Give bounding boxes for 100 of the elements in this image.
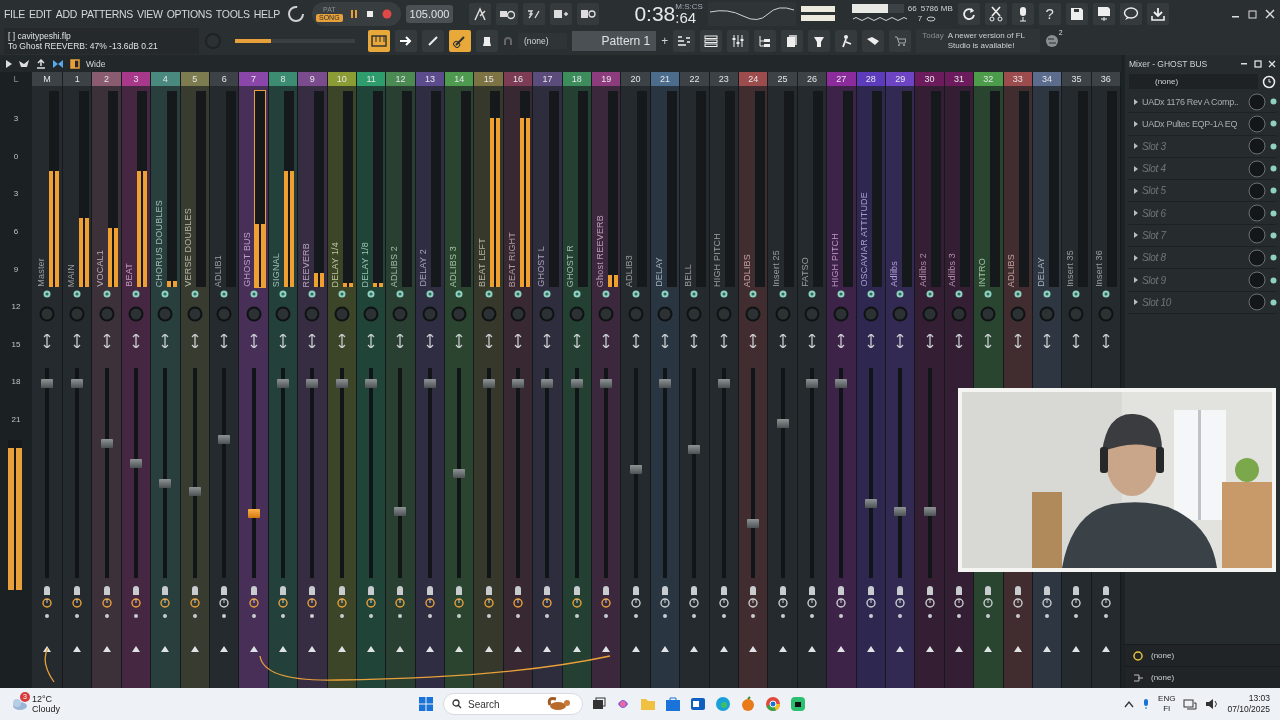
pattern-selector[interactable]: Pattern 1 (571, 30, 657, 51)
mixer-strip[interactable]: DELAY 1/4 (327, 86, 357, 688)
strip-number[interactable]: 15 (474, 72, 504, 86)
mixer-strip[interactable]: HIGH PITCH (827, 86, 857, 688)
mixer-strip[interactable]: BEAT RIGHT (503, 86, 534, 688)
keyboard-region[interactable]: FI (1158, 704, 1176, 714)
menu-item[interactable]: HELP (253, 7, 280, 20)
strip-number[interactable]: 23 (709, 72, 739, 86)
add-pattern-button[interactable]: + (661, 33, 669, 48)
mixer-strip[interactable]: Insert 25 (768, 86, 798, 688)
mixer-strip[interactable]: HIGH PITCH (709, 86, 739, 688)
search-field[interactable]: Search (443, 693, 583, 715)
mixer-strip[interactable]: DELAY 2 (415, 86, 446, 688)
help-button[interactable]: ? (1038, 2, 1061, 25)
strip-number[interactable]: 8 (268, 72, 299, 86)
mixer-strip[interactable]: GHOST L (533, 86, 563, 688)
input-language[interactable]: ENG (1158, 694, 1176, 704)
mixer-strip[interactable]: Adlibs (885, 86, 916, 688)
strip-number[interactable]: 35 (1062, 72, 1092, 86)
strip-number[interactable]: 36 (1091, 72, 1122, 86)
clock-date[interactable]: 07/10/2025 (1227, 704, 1270, 715)
strip-number[interactable]: 17 (533, 72, 563, 86)
strip-number[interactable]: 6 (209, 72, 240, 86)
output-dropdown[interactable]: (none) (1151, 651, 1175, 660)
mixer-strip[interactable]: ADLIBS (739, 86, 769, 688)
mixer-strip[interactable]: MAIN (63, 86, 93, 688)
mixer-strip[interactable]: ADLIB1 (209, 86, 240, 688)
strip-number[interactable]: 25 (768, 72, 798, 86)
strip-number[interactable]: 21 (650, 72, 681, 86)
mixer-strip[interactable]: SIGNAL (268, 86, 299, 688)
strip-number[interactable]: 7 (239, 72, 269, 86)
mixer-strip[interactable]: DELAY 1/8 (356, 86, 387, 688)
strip-number[interactable]: 24 (739, 72, 769, 86)
strip-number[interactable]: 29 (885, 72, 916, 86)
mixer-strip[interactable]: ADLIB3 (621, 86, 651, 688)
mixer-strip[interactable]: GHOST R (562, 86, 593, 688)
snap-dropdown[interactable]: (none) (518, 32, 567, 49)
stereo-mode[interactable]: Wide (86, 58, 106, 69)
mixer-strip[interactable]: VERSE DOUBLES (180, 86, 210, 688)
effect-slot[interactable]: Slot 7 (1142, 229, 1244, 241)
effect-slot[interactable]: UADx 1176 Rev A Comp.. (1142, 96, 1244, 107)
news-panel[interactable]: Today A newer version of FL Studio is available! (916, 28, 1040, 53)
strip-number[interactable]: 31 (944, 72, 975, 86)
mixer-strip[interactable]: ADLIBS 3 (445, 86, 475, 688)
mixer-strip[interactable]: BEAT LEFT (474, 86, 504, 688)
strip-number[interactable]: 20 (621, 72, 651, 86)
strip-number[interactable]: 26 (797, 72, 828, 86)
strip-number[interactable]: 28 (856, 72, 886, 86)
preset-dropdown[interactable]: (none) (1129, 74, 1258, 89)
menu-item[interactable]: VIEW (137, 7, 163, 20)
mixer-strip[interactable]: OSCAVIAR ATTITUDE (856, 86, 886, 688)
effect-slot[interactable]: Slot 8 (1142, 252, 1244, 264)
mixer-strip[interactable]: Adlibs 2 (915, 86, 945, 688)
menu-item[interactable]: PATTERNS (81, 7, 134, 20)
menu-item[interactable]: ADD (55, 7, 77, 20)
mixer-strip[interactable]: BELL (680, 86, 710, 688)
clock-time[interactable]: 13:03 (1227, 693, 1270, 704)
menu-item[interactable]: TOOLS (215, 7, 250, 20)
mixer-strip[interactable]: CHORUS DOUBLES (151, 86, 181, 688)
strip-number[interactable]: 30 (915, 72, 945, 86)
mixer-strip[interactable]: BEAT (121, 86, 152, 688)
effect-slot[interactable]: Slot 3 (1142, 140, 1244, 152)
effect-slot[interactable]: Slot 6 (1142, 207, 1244, 219)
strip-number[interactable]: 33 (1003, 72, 1033, 86)
strip-number[interactable]: 34 (1032, 72, 1063, 86)
strip-number[interactable]: 22 (680, 72, 710, 86)
strip-number[interactable]: 19 (592, 72, 622, 86)
mixer-strip[interactable]: FATSO (797, 86, 828, 688)
strip-number[interactable]: 13 (415, 72, 446, 86)
effect-slot[interactable]: Slot 9 (1142, 274, 1244, 286)
strip-number[interactable]: 16 (503, 72, 534, 86)
strip-number[interactable]: 18 (562, 72, 593, 86)
mixer-strip[interactable]: VOCAL1 (92, 86, 122, 688)
db-scale-label: 3 (13, 189, 19, 199)
strip-number[interactable]: 1 (63, 72, 93, 86)
strip-number[interactable]: 12 (386, 72, 416, 86)
effect-slot[interactable]: Slot 10 (1142, 296, 1244, 308)
output-dropdown[interactable]: (none) (1151, 673, 1175, 682)
mixer-strip[interactable]: Ghost REEVERB (592, 86, 622, 688)
effect-slot[interactable]: Slot 5 (1142, 185, 1244, 197)
strip-number[interactable]: 5 (180, 72, 210, 86)
mixer-strip[interactable]: DELAY (650, 86, 681, 688)
strip-number[interactable]: 2 (92, 72, 122, 86)
strip-number[interactable]: 3 (121, 72, 152, 86)
effect-slot[interactable]: Slot 4 (1142, 163, 1244, 175)
mixer-strip[interactable]: ADLIBS 2 (386, 86, 416, 688)
mixer-strip[interactable]: Master (32, 86, 63, 688)
track-name: HIGH PITCH (829, 233, 840, 287)
strip-number[interactable]: 4 (151, 72, 181, 86)
strip-number[interactable]: 27 (827, 72, 857, 86)
mixer-strip[interactable]: GHOST BUS (239, 86, 269, 688)
menu-item[interactable]: OPTIONS (166, 7, 212, 20)
tempo-display[interactable]: 105.000 (405, 4, 454, 23)
track-name: Insert 25 (771, 250, 782, 287)
mixer-strip[interactable]: REEVERB (298, 86, 328, 688)
strip-number[interactable]: 9 (298, 72, 328, 86)
effect-slot[interactable]: UADx Pultec EQP-1A EQ (1142, 118, 1244, 129)
strip-number[interactable]: M (32, 72, 63, 86)
menu-item[interactable]: FILE (4, 7, 25, 20)
menu-item[interactable]: EDIT (29, 7, 52, 20)
